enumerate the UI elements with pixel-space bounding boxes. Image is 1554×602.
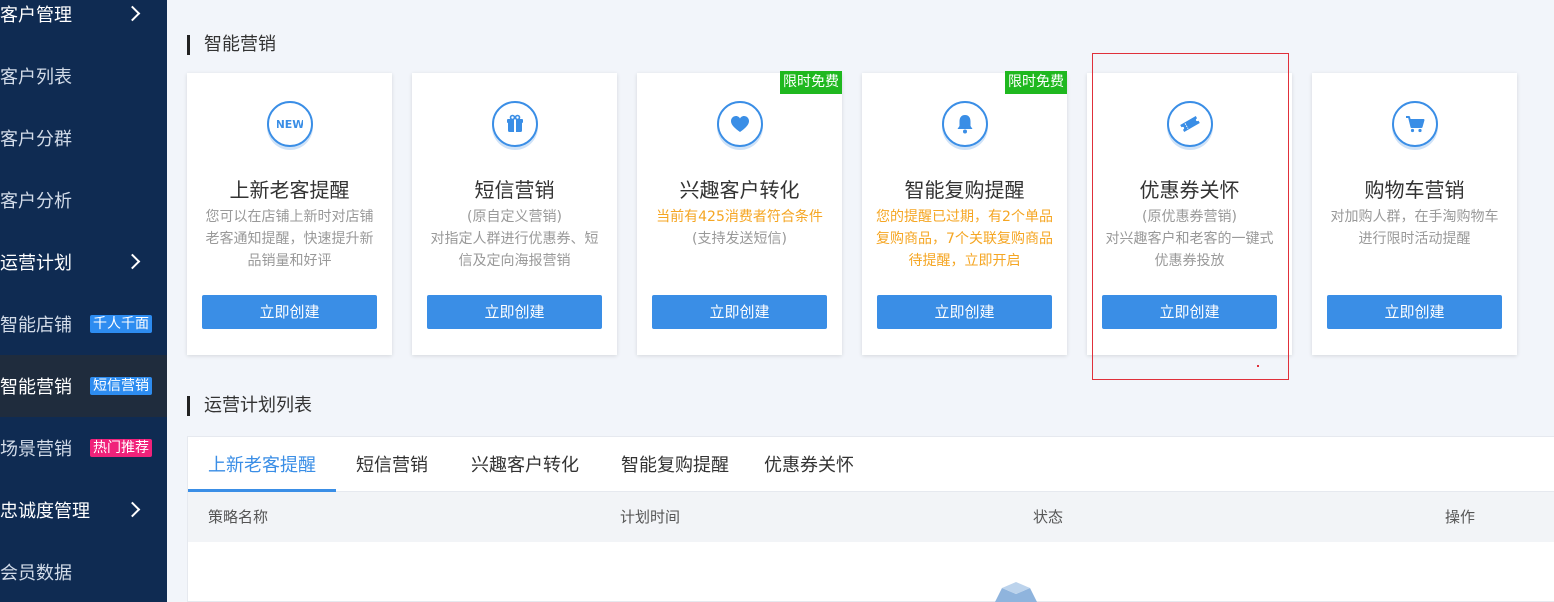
card-description: 对加购人群，在手淘购物车进行限时活动提醒 bbox=[1330, 209, 1499, 247]
card-description-line: (原优惠券营销) bbox=[1142, 209, 1237, 225]
heart-icon bbox=[717, 101, 763, 147]
annotation-dot bbox=[1257, 365, 1259, 367]
sidebar-item-smart-store[interactable]: 智能店铺 千人千面 bbox=[0, 293, 167, 355]
sidebar-item-customer-groups[interactable]: 客户分群 bbox=[0, 107, 167, 169]
card-title: 智能复购提醒 bbox=[904, 178, 1025, 202]
tab-sms-marketing[interactable]: 短信营销 bbox=[336, 437, 448, 492]
sidebar-group-customer-management[interactable]: 客户管理 bbox=[0, 0, 167, 45]
sidebar-item-customer-list[interactable]: 客户列表 bbox=[0, 45, 167, 107]
card-description-line: (原自定义营销) bbox=[467, 209, 562, 225]
sidebar-item-label: 智能店铺 bbox=[0, 315, 72, 336]
section-title-smart-marketing: 智能营销 bbox=[187, 35, 276, 55]
chevron-right-icon bbox=[124, 501, 141, 518]
sidebar-item-label: 场景营销 bbox=[0, 439, 72, 460]
create-now-button[interactable]: 立即创建 bbox=[202, 295, 377, 329]
free-tag: 限时免费 bbox=[780, 71, 842, 94]
tab-coupon-care[interactable]: 优惠券关怀 bbox=[748, 437, 870, 492]
new-icon: NEW bbox=[267, 101, 313, 147]
card-description-line: (支持发送短信) bbox=[692, 231, 787, 247]
card-title: 上新老客提醒 bbox=[229, 178, 350, 202]
card-description: 当前有425消费者符合条件 (支持发送短信) bbox=[651, 206, 828, 250]
sidebar-item-customer-analysis[interactable]: 客户分析 bbox=[0, 169, 167, 231]
free-tag: 限时免费 bbox=[1005, 71, 1067, 94]
column-header-actions: 操作 bbox=[1445, 508, 1476, 526]
create-now-button[interactable]: 立即创建 bbox=[1327, 295, 1502, 329]
plan-tabs: 上新老客提醒 短信营销 兴趣客户转化 智能复购提醒 优惠券关怀 bbox=[188, 437, 1554, 492]
marketing-card-smart-repurchase: 限时免费 智能复购提醒 您的提醒已过期，有2个单品复购商品，7个关联复购商品待提… bbox=[862, 71, 1067, 355]
create-now-button[interactable]: 立即创建 bbox=[877, 295, 1052, 329]
sidebar-item-label: 忠诚度管理 bbox=[0, 501, 90, 522]
chevron-right-icon bbox=[124, 5, 141, 22]
sidebar-badge: 热门推荐 bbox=[90, 439, 152, 457]
marketing-card-coupon-care: 优惠券关怀 (原优惠券营销) 对兴趣客户和老客的一键式优惠券投放 立即创建 bbox=[1087, 73, 1292, 355]
create-now-button[interactable]: 立即创建 bbox=[427, 295, 602, 329]
card-description-line: 对指定人群进行优惠券、短信及定向海报营销 bbox=[430, 231, 599, 269]
sidebar-item-label: 运营计划 bbox=[0, 253, 72, 274]
sidebar: 客户管理 客户列表 客户分群 客户分析 运营计划 智能店铺 千人千面 智能营销 … bbox=[0, 0, 167, 602]
cart-icon bbox=[1392, 101, 1438, 147]
empty-state-icon bbox=[995, 582, 1037, 602]
create-now-button[interactable]: 立即创建 bbox=[1102, 295, 1277, 329]
plan-list-panel: 上新老客提醒 短信营销 兴趣客户转化 智能复购提醒 优惠券关怀 策略名称 计划时… bbox=[187, 436, 1554, 602]
ticket-icon bbox=[1167, 101, 1213, 147]
card-description: (原自定义营销) 对指定人群进行优惠券、短信及定向海报营销 bbox=[426, 206, 603, 272]
tab-smart-repurchase[interactable]: 智能复购提醒 bbox=[602, 437, 748, 492]
marketing-card-sms-marketing: 短信营销 (原自定义营销) 对指定人群进行优惠券、短信及定向海报营销 立即创建 bbox=[412, 73, 617, 355]
marketing-card-new-arrival-reminder: NEW 上新老客提醒 您可以在店铺上新时对店铺老客通知提醒，快速提升新品销量和好… bbox=[187, 73, 392, 355]
sidebar-item-label: 客户管理 bbox=[0, 5, 72, 26]
card-description: (原优惠券营销) 对兴趣客户和老客的一键式优惠券投放 bbox=[1101, 206, 1278, 272]
sidebar-group-loyalty-management[interactable]: 忠诚度管理 bbox=[0, 479, 167, 541]
sidebar-item-label: 智能营销 bbox=[0, 377, 72, 398]
sidebar-item-scene-marketing[interactable]: 场景营销 热门推荐 bbox=[0, 417, 167, 479]
create-now-button[interactable]: 立即创建 bbox=[652, 295, 827, 329]
tab-interest-conversion[interactable]: 兴趣客户转化 bbox=[448, 437, 602, 492]
card-description: 您可以在店铺上新时对店铺老客通知提醒，快速提升新品销量和好评 bbox=[205, 209, 374, 269]
column-header-plan-time: 计划时间 bbox=[620, 508, 681, 526]
card-title: 优惠券关怀 bbox=[1139, 178, 1240, 202]
section-title-plan-list: 运营计划列表 bbox=[187, 396, 312, 416]
sidebar-item-label: 客户列表 bbox=[0, 67, 72, 88]
sidebar-group-operation-plan[interactable]: 运营计划 bbox=[0, 231, 167, 293]
card-description-highlight: 您的提醒已过期，有2个单品复购商品，7个关联复购商品待提醒，立即开启 bbox=[876, 209, 1053, 269]
card-title: 短信营销 bbox=[474, 178, 555, 202]
marketing-card-cart-marketing: 购物车营销 对加购人群，在手淘购物车进行限时活动提醒 立即创建 bbox=[1312, 73, 1517, 355]
sidebar-item-member-data[interactable]: 会员数据 bbox=[0, 541, 167, 602]
card-description-highlight: 当前有425消费者符合条件 bbox=[656, 209, 823, 225]
sidebar-badge: 千人千面 bbox=[90, 315, 152, 333]
column-header-strategy-name: 策略名称 bbox=[208, 508, 269, 526]
gift-icon bbox=[492, 101, 538, 147]
marketing-card-interest-conversion: 限时免费 兴趣客户转化 当前有425消费者符合条件 (支持发送短信) 立即创建 bbox=[637, 71, 842, 355]
column-header-status: 状态 bbox=[1033, 508, 1064, 526]
card-title: 兴趣客户转化 bbox=[679, 178, 800, 202]
sidebar-item-label: 客户分析 bbox=[0, 191, 72, 212]
sidebar-item-label: 客户分群 bbox=[0, 129, 72, 150]
table-header: 策略名称 计划时间 状态 操作 bbox=[188, 492, 1554, 542]
sidebar-item-smart-marketing[interactable]: 智能营销 短信营销 bbox=[0, 355, 167, 417]
tab-new-arrival-reminder[interactable]: 上新老客提醒 bbox=[188, 437, 336, 492]
svg-text:NEW: NEW bbox=[277, 118, 303, 131]
bell-icon bbox=[942, 101, 988, 147]
chevron-right-icon bbox=[124, 253, 141, 270]
card-title: 购物车营销 bbox=[1364, 178, 1465, 202]
sidebar-item-label: 会员数据 bbox=[0, 563, 72, 584]
sidebar-badge: 短信营销 bbox=[90, 377, 152, 395]
card-description-line: 对兴趣客户和老客的一键式优惠券投放 bbox=[1105, 231, 1274, 269]
